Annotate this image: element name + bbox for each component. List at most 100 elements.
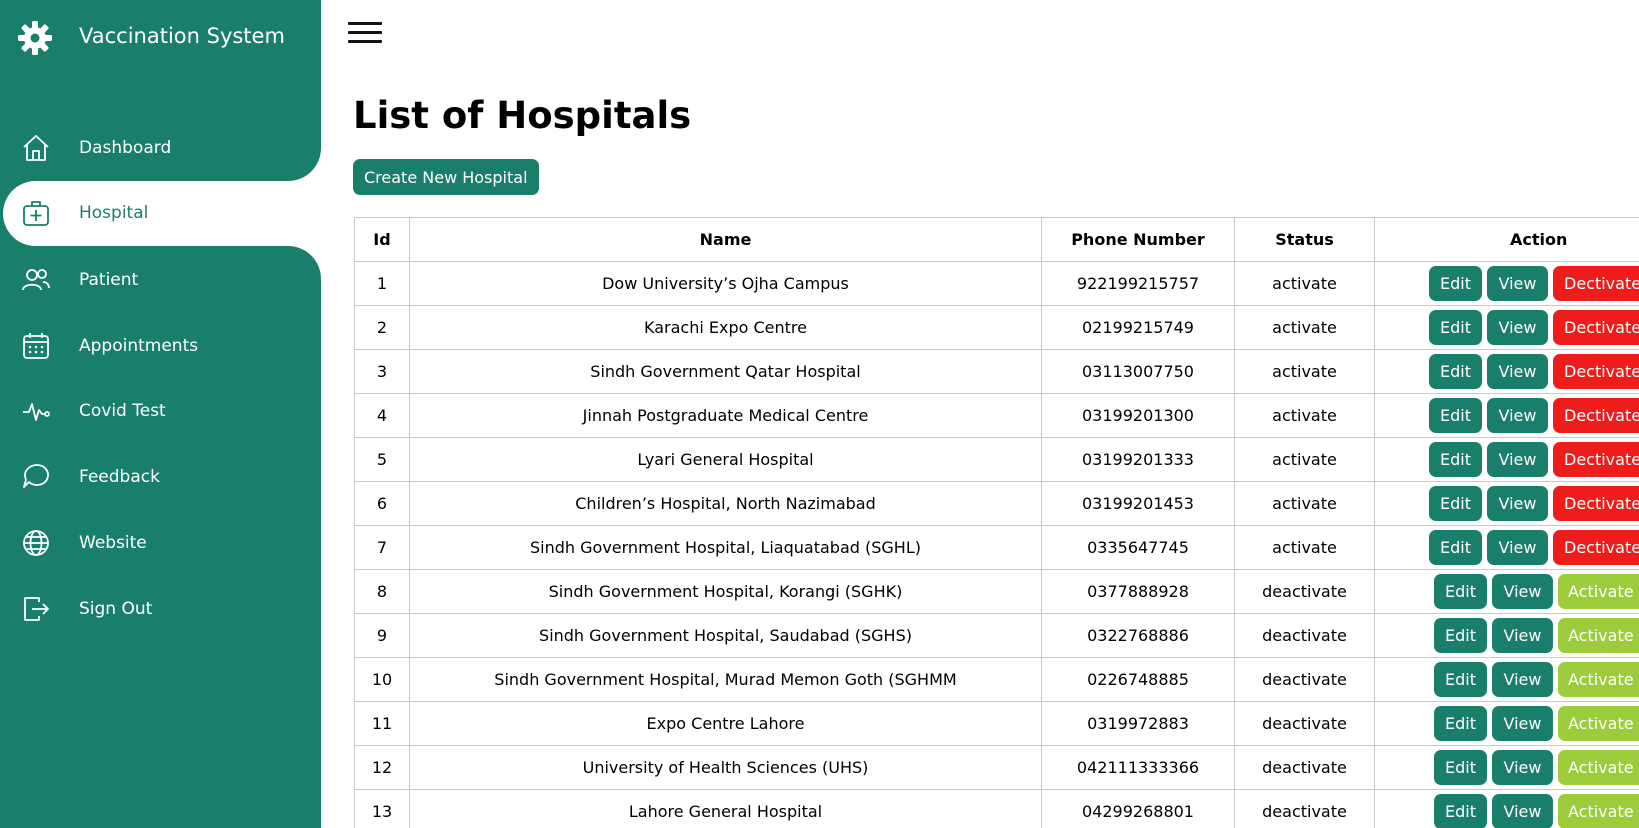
- deactivate-button[interactable]: Dectivate: [1553, 354, 1639, 389]
- cell-phone: 922199215757: [1041, 261, 1235, 306]
- cell-status: deactivate: [1234, 745, 1375, 790]
- deactivate-button[interactable]: Dectivate: [1553, 530, 1639, 565]
- cell-name: Sindh Government Qatar Hospital: [409, 349, 1042, 394]
- cell-phone: 03199201300: [1041, 393, 1235, 438]
- sidebar-item-sign-out[interactable]: Sign Out: [0, 581, 321, 637]
- cell-id: 3: [354, 349, 410, 394]
- edit-button[interactable]: Edit: [1434, 618, 1487, 653]
- cell-actions: Edit View Activate: [1374, 569, 1639, 614]
- users-icon: [20, 264, 52, 296]
- cell-phone: 03199201453: [1041, 481, 1235, 526]
- cell-actions: Edit View Dectivate: [1374, 437, 1639, 482]
- view-button[interactable]: View: [1487, 442, 1548, 477]
- activate-button[interactable]: Activate: [1558, 750, 1639, 785]
- activate-button[interactable]: Activate: [1558, 618, 1639, 653]
- app-title: Vaccination System: [79, 24, 285, 48]
- view-button[interactable]: View: [1492, 574, 1553, 609]
- sign-out-icon: [20, 593, 52, 625]
- deactivate-button[interactable]: Dectivate: [1553, 398, 1639, 433]
- sidebar-item-label: Patient: [79, 270, 139, 290]
- activate-button[interactable]: Activate: [1558, 662, 1639, 697]
- cell-name: Dow University’s Ojha Campus: [409, 261, 1042, 306]
- cell-phone: 04299268801: [1041, 789, 1235, 828]
- sidebar-item-label: Hospital: [79, 203, 149, 223]
- table-row: 11 Expo Centre Lahore 0319972883 deactivate…: [354, 701, 1639, 746]
- cell-actions: Edit View Dectivate: [1374, 481, 1639, 526]
- cell-name: Lyari General Hospital: [409, 437, 1042, 482]
- chat-bubble-icon: [20, 461, 52, 493]
- edit-button[interactable]: Edit: [1434, 662, 1487, 697]
- edit-button[interactable]: Edit: [1429, 530, 1482, 565]
- view-button[interactable]: View: [1487, 530, 1548, 565]
- edit-button[interactable]: Edit: [1429, 398, 1482, 433]
- view-button[interactable]: View: [1487, 398, 1548, 433]
- view-button[interactable]: View: [1492, 662, 1553, 697]
- view-button[interactable]: View: [1492, 618, 1553, 653]
- edit-button[interactable]: Edit: [1429, 486, 1482, 521]
- cell-name: University of Health Sciences (UHS): [409, 745, 1042, 790]
- view-button[interactable]: View: [1487, 266, 1548, 301]
- calendar-icon: [20, 330, 52, 362]
- sidebar-item-label: Covid Test: [79, 401, 166, 421]
- view-button[interactable]: View: [1492, 750, 1553, 785]
- sidebar-item-label: Website: [79, 533, 147, 553]
- cell-actions: Edit View Activate: [1374, 789, 1639, 828]
- deactivate-button[interactable]: Dectivate: [1553, 486, 1639, 521]
- cell-status: activate: [1234, 305, 1375, 350]
- hospitals-table: Id Name Phone Number Status Action 1 Dow …: [354, 217, 1639, 828]
- hospitals-table-container: Id Name Phone Number Status Action 1 Dow …: [354, 217, 1639, 828]
- table-row: 4 Jinnah Postgraduate Medical Centre 03199…: [354, 393, 1639, 438]
- sidebar-item-label: Dashboard: [79, 138, 172, 158]
- table-row: 6 Children’s Hospital, North Nazimabad 031…: [354, 481, 1639, 526]
- sidebar-item-appointments[interactable]: Appointments: [0, 318, 321, 374]
- table-row: 12 University of Health Sciences (UHS) 042…: [354, 745, 1639, 790]
- sidebar-item-feedback[interactable]: Feedback: [0, 449, 321, 505]
- brand[interactable]: Vaccination System: [17, 18, 285, 58]
- table-row: 9 Sindh Government Hospital, Saudabad (SG…: [354, 613, 1639, 658]
- create-new-hospital-button[interactable]: Create New Hospital: [353, 159, 539, 195]
- cell-name: Sindh Government Hospital, Liaquatabad (…: [409, 525, 1042, 570]
- cell-phone: 0226748885: [1041, 657, 1235, 702]
- view-button[interactable]: View: [1492, 706, 1553, 741]
- view-button[interactable]: View: [1492, 794, 1553, 828]
- cell-id: 11: [354, 701, 410, 746]
- edit-button[interactable]: Edit: [1434, 750, 1487, 785]
- table-body: 1 Dow University’s Ojha Campus 92219921575…: [354, 261, 1639, 828]
- cell-id: 12: [354, 745, 410, 790]
- view-button[interactable]: View: [1487, 354, 1548, 389]
- sidebar-item-dashboard[interactable]: Dashboard: [0, 120, 321, 176]
- deactivate-button[interactable]: Dectivate: [1553, 310, 1639, 345]
- table-row: 10 Sindh Government Hospital, Murad Memon…: [354, 657, 1639, 702]
- column-header-id: Id: [354, 217, 410, 262]
- edit-button[interactable]: Edit: [1434, 706, 1487, 741]
- sidebar-item-covid-test[interactable]: Covid Test: [0, 383, 321, 439]
- edit-button[interactable]: Edit: [1434, 574, 1487, 609]
- edit-button[interactable]: Edit: [1429, 442, 1482, 477]
- cell-status: activate: [1234, 261, 1375, 306]
- deactivate-button[interactable]: Dectivate: [1553, 442, 1639, 477]
- view-button[interactable]: View: [1487, 310, 1548, 345]
- medical-case-icon: [20, 197, 52, 229]
- view-button[interactable]: View: [1487, 486, 1548, 521]
- cell-status: deactivate: [1234, 701, 1375, 746]
- sidebar-item-website[interactable]: Website: [0, 515, 321, 571]
- cell-phone: 042111333366: [1041, 745, 1235, 790]
- edit-button[interactable]: Edit: [1429, 266, 1482, 301]
- edit-button[interactable]: Edit: [1429, 310, 1482, 345]
- activate-button[interactable]: Activate: [1558, 574, 1639, 609]
- edit-button[interactable]: Edit: [1434, 794, 1487, 828]
- sidebar-item-label: Feedback: [79, 467, 160, 487]
- sidebar-item-patient[interactable]: Patient: [0, 252, 321, 308]
- cell-phone: 0322768886: [1041, 613, 1235, 658]
- activate-button[interactable]: Activate: [1558, 706, 1639, 741]
- cell-status: deactivate: [1234, 789, 1375, 828]
- home-icon: [20, 132, 52, 164]
- edit-button[interactable]: Edit: [1429, 354, 1482, 389]
- deactivate-button[interactable]: Dectivate: [1553, 266, 1639, 301]
- cell-phone: 03199201333: [1041, 437, 1235, 482]
- sidebar-item-hospital[interactable]: Hospital: [0, 185, 321, 241]
- activate-button[interactable]: Activate: [1558, 794, 1639, 828]
- cell-name: Children’s Hospital, North Nazimabad: [409, 481, 1042, 526]
- hamburger-icon[interactable]: [348, 20, 382, 46]
- cell-actions: Edit View Dectivate: [1374, 305, 1639, 350]
